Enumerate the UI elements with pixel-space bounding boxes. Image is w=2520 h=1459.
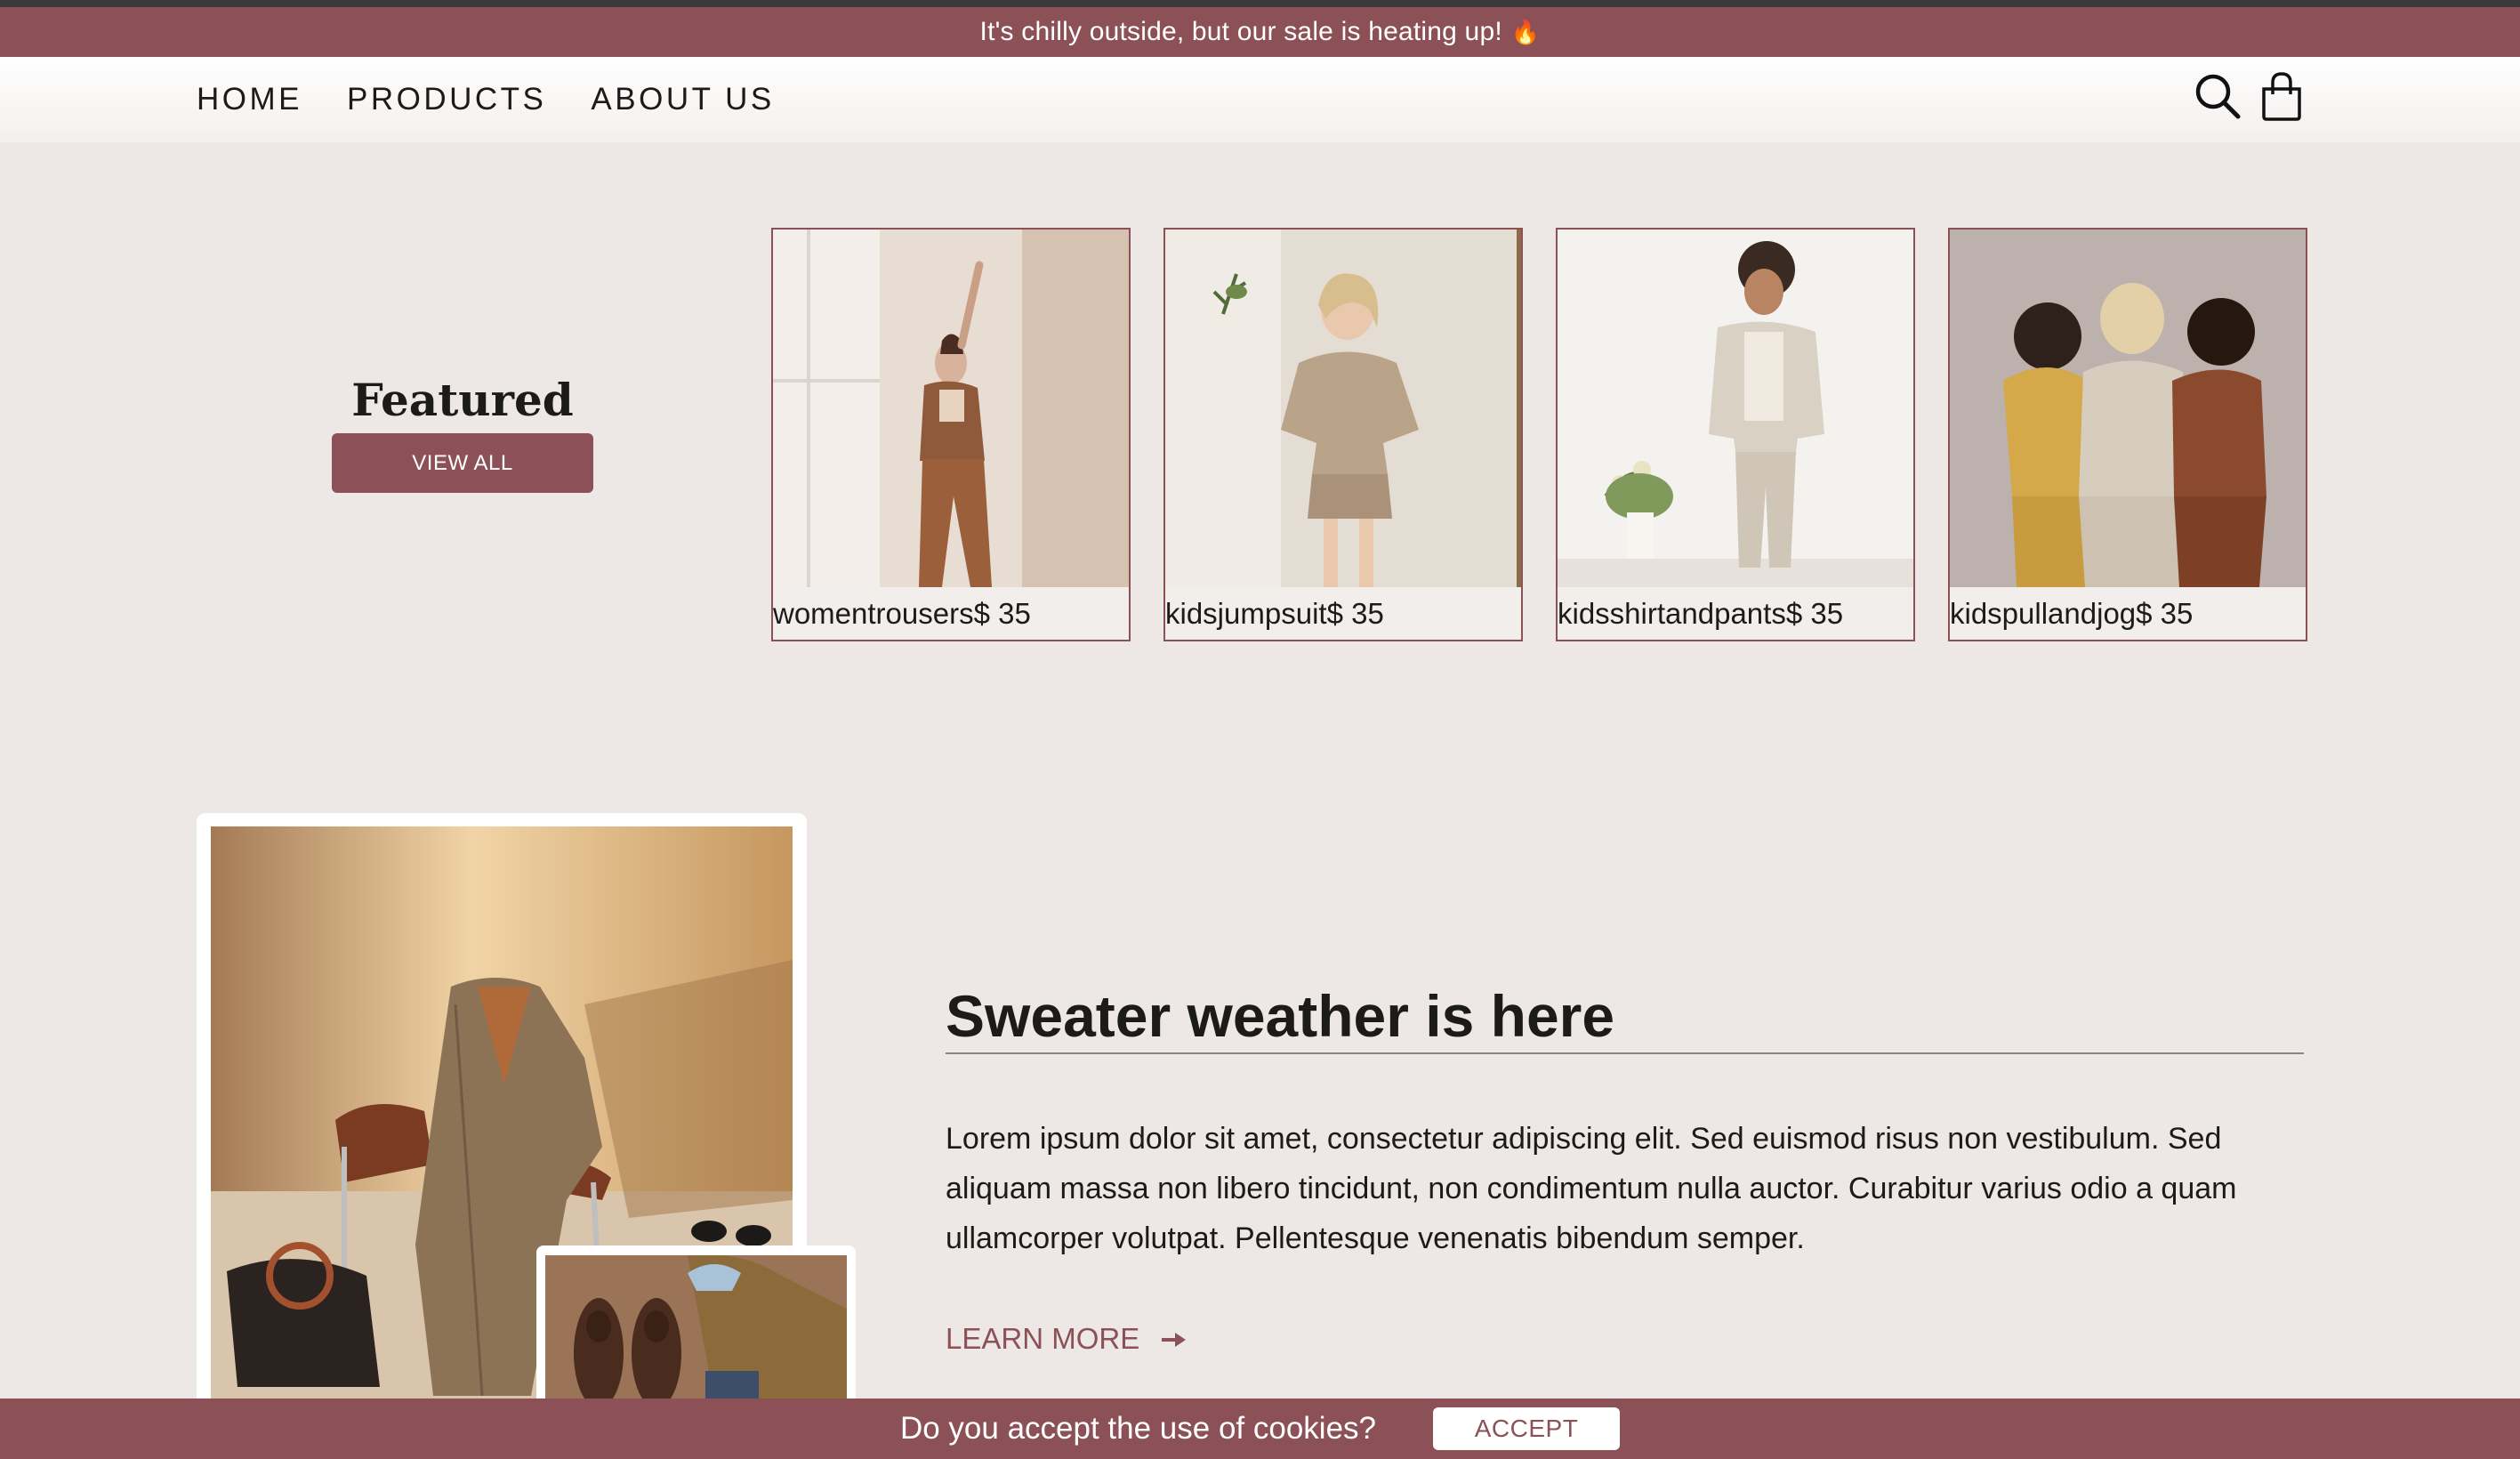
arrow-right-icon xyxy=(1161,1322,1188,1356)
fire-emoji: 🔥 xyxy=(1510,18,1541,45)
product-caption: kidsshirtandpants$ 35 xyxy=(1558,596,1844,630)
product-caption: womentrousers$ 35 xyxy=(773,596,1031,630)
main-nav: HOME PRODUCTS ABOUT US xyxy=(197,82,775,117)
cookie-banner: Do you accept the use of cookies? ACCEPT xyxy=(0,1399,2520,1459)
feature-sub-photo-frame xyxy=(536,1245,856,1400)
nav-home[interactable]: HOME xyxy=(197,82,302,117)
product-image-kids-jumpsuit[interactable] xyxy=(1165,230,1521,587)
cookie-question: Do you accept the use of cookies? xyxy=(899,1411,1377,1446)
search-icon[interactable] xyxy=(2194,69,2242,123)
view-all-button[interactable]: VIEW ALL xyxy=(332,433,593,493)
product-image-women-trousers[interactable] xyxy=(773,230,1129,587)
announcement-text: It's chilly outside, but our sale is hea… xyxy=(979,17,1502,46)
site-header: HOME PRODUCTS ABOUT US xyxy=(0,57,2520,142)
learn-more-link[interactable]: LEARN MORE xyxy=(946,1322,1188,1356)
nav-products[interactable]: PRODUCTS xyxy=(347,82,546,117)
title-divider xyxy=(946,1052,2304,1054)
header-actions xyxy=(2194,69,2306,123)
product-image-kids-shirt-and-pants[interactable] xyxy=(1558,230,1913,587)
announcement-bar: It's chilly outside, but our sale is hea… xyxy=(0,7,2520,57)
accept-cookies-button[interactable]: ACCEPT xyxy=(1433,1407,1621,1450)
loafers-and-sweater-image xyxy=(545,1255,847,1400)
section-body: Lorem ipsum dolor sit amet, consectetur … xyxy=(946,1122,2237,1255)
product-grid: womentrousers$ 35 kidsjumpsuit$ 35 kidss… xyxy=(771,228,2307,641)
section-title: Sweater weather is here xyxy=(946,983,1615,1049)
product-caption: kidspullandjog$ 35 xyxy=(1950,596,2194,630)
product-image-kids-pull-and-jog[interactable] xyxy=(1950,230,2306,587)
nav-about-us[interactable]: ABOUT US xyxy=(591,82,774,117)
learn-more-label: LEARN MORE xyxy=(946,1322,1140,1355)
product-caption: kidsjumpsuit$ 35 xyxy=(1165,596,1384,630)
top-edge-bar xyxy=(0,0,2520,7)
product-card[interactable]: womentrousers$ 35 xyxy=(771,228,1131,641)
shopping-bag-icon[interactable] xyxy=(2258,69,2306,123)
product-card[interactable]: kidsshirtandpants$ 35 xyxy=(1556,228,1915,641)
product-card[interactable]: kidsjumpsuit$ 35 xyxy=(1163,228,1523,641)
product-card[interactable]: kidspullandjog$ 35 xyxy=(1948,228,2307,641)
